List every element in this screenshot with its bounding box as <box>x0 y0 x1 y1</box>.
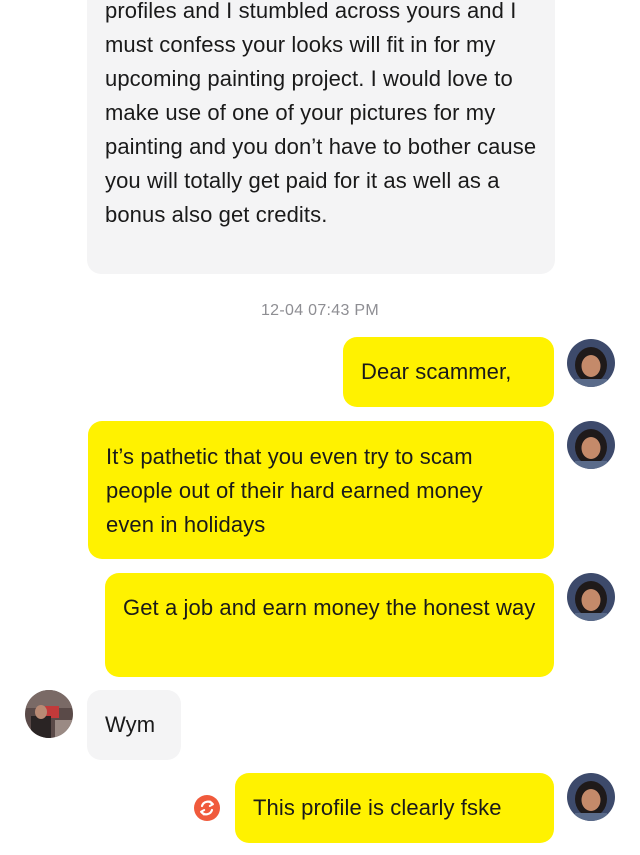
avatar-photo-icon <box>567 573 615 621</box>
message-text: It’s pathetic that you even try to scam … <box>106 444 483 537</box>
message-text: profiles and I stumbled across yours and… <box>105 0 537 227</box>
avatar-photo-icon <box>567 421 615 469</box>
message-text: This profile is clearly fske <box>253 795 502 820</box>
outgoing-message-bubble[interactable]: Get a job and earn money the honest way <box>105 573 554 677</box>
message-text: Get a job and earn money the honest way <box>123 595 536 620</box>
message-text: Dear scammer, <box>361 359 512 384</box>
avatar-photo-icon <box>567 773 615 821</box>
outgoing-message-bubble[interactable]: Dear scammer, <box>343 337 554 407</box>
message-text: Wym <box>105 712 156 737</box>
avatar-photo-icon <box>25 690 73 738</box>
self-avatar[interactable] <box>567 573 615 621</box>
self-avatar[interactable] <box>567 773 615 821</box>
self-avatar[interactable] <box>567 339 615 387</box>
message-timestamp: 12-04 07:43 PM <box>260 302 380 319</box>
outgoing-message-bubble[interactable]: This profile is clearly fske <box>235 773 554 843</box>
self-avatar[interactable] <box>567 421 615 469</box>
chat-thread: profiles and I stumbled across yours and… <box>0 0 640 855</box>
refresh-glyph <box>200 800 214 816</box>
incoming-message-bubble[interactable]: Wym <box>87 690 181 760</box>
contact-avatar[interactable] <box>25 690 73 738</box>
refresh-icon[interactable] <box>194 795 220 821</box>
outgoing-message-bubble[interactable]: It’s pathetic that you even try to scam … <box>88 421 554 559</box>
avatar-photo-icon <box>567 339 615 387</box>
incoming-message-bubble[interactable]: profiles and I stumbled across yours and… <box>87 0 555 274</box>
